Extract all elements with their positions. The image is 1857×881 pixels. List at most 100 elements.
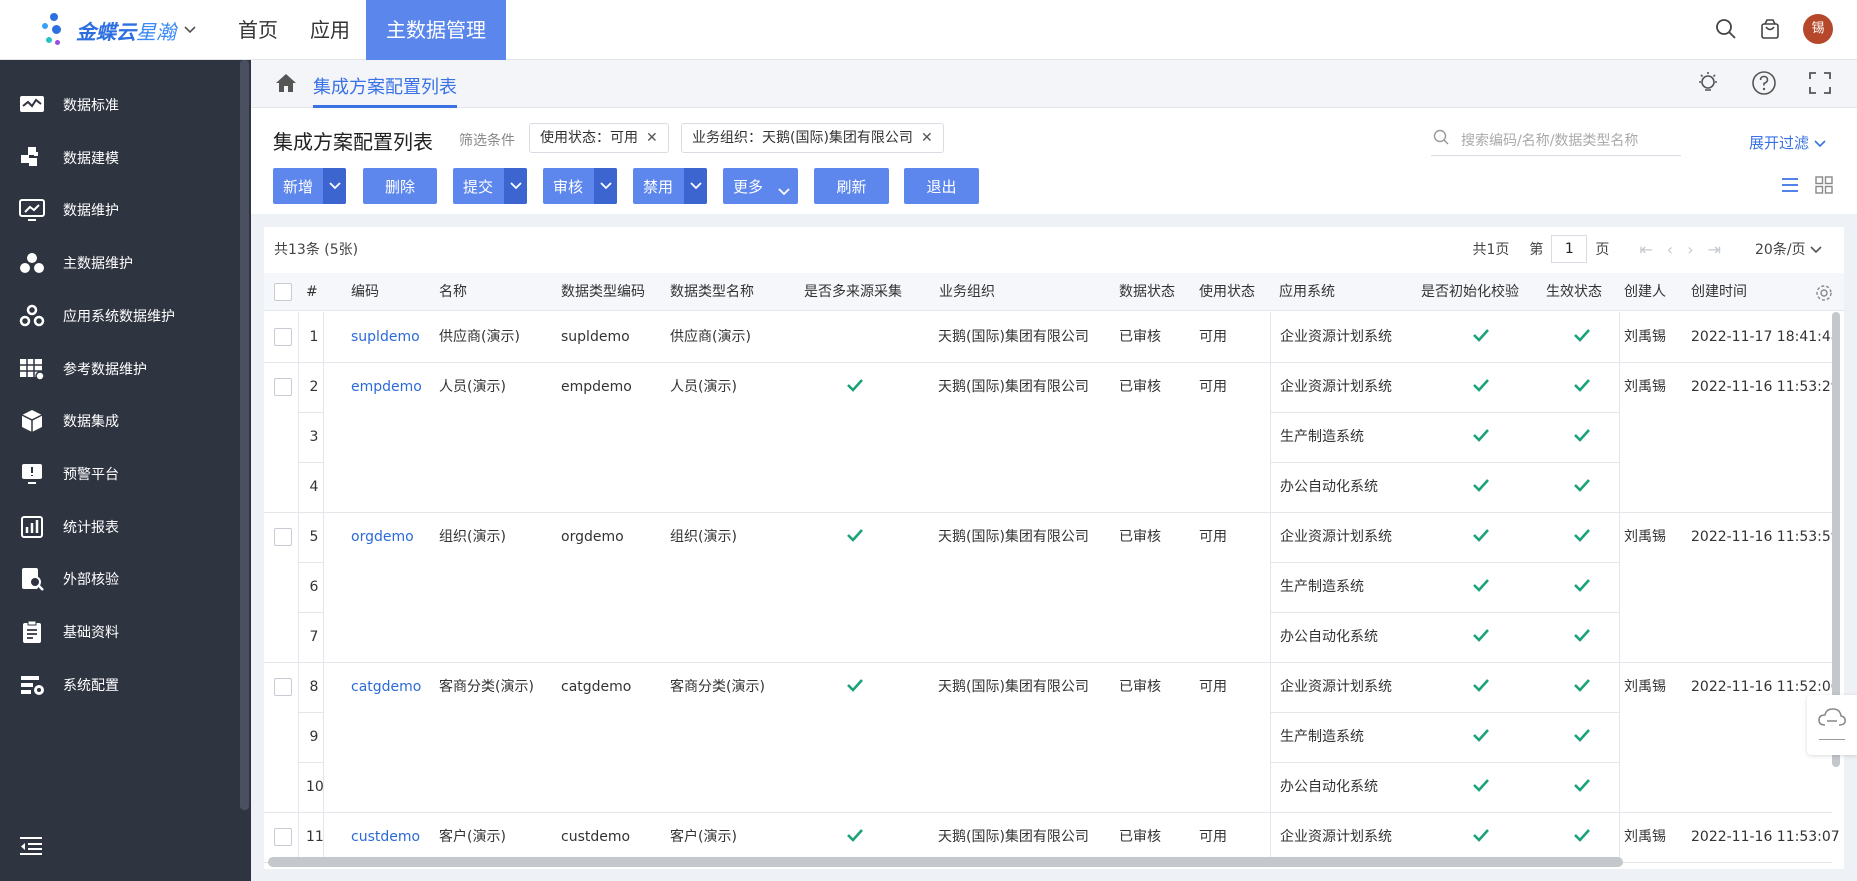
col-code[interactable]: 编码 (351, 273, 379, 311)
sidebar-item-label: 数据维护 (63, 203, 119, 219)
help-icon[interactable] (1751, 70, 1777, 96)
audit-button[interactable]: 审核 (543, 168, 617, 204)
pagination: 共1页 第 1 页 ⇤ ‹ › ⇥ 20条/页 (1472, 235, 1822, 263)
horizontal-scrollbar[interactable] (268, 857, 1623, 867)
delete-button[interactable]: 删除 (363, 168, 437, 204)
app-logo[interactable]: 金蝶云星瀚 (38, 10, 238, 50)
page-number-input[interactable]: 1 (1551, 235, 1588, 263)
cloud-widget[interactable] (1807, 695, 1857, 755)
close-icon[interactable]: ✕ (921, 130, 933, 146)
chevron-down-icon[interactable] (323, 168, 346, 204)
disable-button[interactable]: 禁用 (633, 168, 707, 204)
more-button[interactable]: 更多 (723, 168, 798, 204)
page-size-select[interactable]: 20条/页 (1755, 239, 1822, 259)
crumb-actions (1695, 70, 1833, 96)
row-code-link[interactable]: catgdemo (351, 677, 421, 697)
col-type-code[interactable]: 数据类型编码 (561, 273, 645, 311)
chevron-down-icon[interactable] (684, 168, 707, 204)
sidebar-item-label: 系统配置 (63, 678, 119, 694)
col-data-status[interactable]: 数据状态 (1119, 273, 1175, 311)
col-org[interactable]: 业务组织 (939, 273, 995, 311)
check-icon (1472, 626, 1490, 644)
row-code-link[interactable]: supldemo (351, 327, 420, 347)
row-type-name: 供应商(演示) (670, 329, 751, 345)
chip-label: 业务组织：天鹅(国际)集团有限公司 (692, 130, 913, 146)
row-creator: 刘禹锡 (1624, 529, 1666, 545)
row-divider (1270, 712, 1619, 713)
prev-page-icon[interactable]: ‹ (1667, 240, 1673, 259)
lightbulb-icon[interactable] (1695, 70, 1721, 96)
first-page-icon[interactable]: ⇤ (1639, 240, 1652, 259)
nav-home[interactable]: 首页 (222, 0, 294, 60)
col-app-system[interactable]: 应用系统 (1279, 273, 1335, 311)
col-type-name[interactable]: 数据类型名称 (670, 273, 754, 311)
table-header (264, 273, 1844, 311)
row-code-link[interactable]: custdemo (351, 827, 420, 847)
breadcrumb-tab-current[interactable]: 集成方案配置列表 (313, 70, 457, 108)
filter-chip-use-status[interactable]: 使用状态：可用 ✕ (529, 123, 669, 153)
col-effective[interactable]: 生效状态 (1546, 273, 1602, 311)
check-icon (1573, 726, 1591, 744)
col-divider (1270, 812, 1271, 857)
refresh-button[interactable]: 刷新 (814, 168, 889, 204)
chip-label: 使用状态：可用 (540, 130, 638, 146)
brand-sub: 星瀚 (136, 19, 176, 44)
row-index: 7 (309, 629, 319, 645)
next-page-icon[interactable]: › (1687, 240, 1693, 259)
col-creator[interactable]: 创建人 (1624, 273, 1666, 311)
list-view-icon[interactable] (1781, 176, 1799, 194)
col-divider (323, 512, 324, 662)
row-code-link[interactable]: orgdemo (351, 527, 414, 547)
home-icon[interactable] (275, 72, 297, 94)
chevron-down-icon (1810, 246, 1822, 254)
divider (1819, 739, 1845, 740)
filter-chip-org[interactable]: 业务组织：天鹅(国际)集团有限公司 ✕ (681, 123, 944, 153)
add-button[interactable]: 新增 (273, 168, 346, 204)
row-checkbox[interactable] (274, 828, 292, 846)
sidebar-item-label: 预警平台 (63, 467, 119, 483)
row-data-status: 已审核 (1119, 679, 1161, 695)
col-use-status[interactable]: 使用状态 (1199, 273, 1255, 311)
row-code-link[interactable]: empdemo (351, 377, 422, 397)
col-created[interactable]: 创建时间 (1691, 273, 1747, 311)
last-page-icon[interactable]: ⇥ (1708, 240, 1721, 259)
search-icon[interactable] (1715, 18, 1737, 40)
expand-filter-button[interactable]: 展开过滤 (1749, 132, 1826, 153)
avatar[interactable]: 锡 (1803, 14, 1833, 44)
select-all-checkbox[interactable] (274, 283, 292, 301)
col-multi-source[interactable]: 是否多来源采集 (804, 273, 902, 311)
row-checkbox[interactable] (274, 328, 292, 346)
check-icon (1472, 326, 1490, 344)
card-view-icon[interactable] (1815, 176, 1833, 194)
row-type-code: custdemo (561, 829, 631, 845)
col-name[interactable]: 名称 (439, 273, 467, 311)
shopping-bag-icon[interactable] (1759, 18, 1781, 40)
row-type-code: catgdemo (561, 679, 632, 695)
row-divider (298, 412, 323, 413)
row-checkbox[interactable] (274, 678, 292, 696)
gear-icon[interactable] (1815, 284, 1833, 302)
chevron-down-icon[interactable] (504, 168, 527, 204)
row-divider (1270, 612, 1619, 613)
collapse-menu-icon[interactable] (18, 835, 44, 857)
row-app-system: 办公自动化系统 (1280, 479, 1378, 495)
doc-search-icon (19, 566, 45, 592)
col-init-check[interactable]: 是否初始化校验 (1421, 273, 1519, 311)
col-divider (298, 312, 299, 362)
check-icon (1472, 776, 1490, 794)
search-input[interactable]: 搜索编码/名称/数据类型名称 (1431, 120, 1681, 156)
sidebar-scrollbar[interactable] (240, 60, 249, 810)
submit-button[interactable]: 提交 (453, 168, 527, 204)
row-checkbox[interactable] (274, 378, 292, 396)
row-app-system: 生产制造系统 (1280, 579, 1364, 595)
nav-master-data[interactable]: 主数据管理 (366, 0, 506, 60)
sidebar-item-system-config[interactable]: 系统配置 (0, 654, 240, 716)
exit-button[interactable]: 退出 (904, 168, 979, 204)
chevron-down-icon[interactable] (184, 23, 196, 37)
fullscreen-icon[interactable] (1807, 70, 1833, 96)
row-checkbox[interactable] (274, 528, 292, 546)
chevron-down-icon[interactable] (594, 168, 617, 204)
row-type-code: empdemo (561, 379, 632, 395)
nav-apps[interactable]: 应用 (294, 0, 366, 60)
close-icon[interactable]: ✕ (646, 130, 658, 146)
